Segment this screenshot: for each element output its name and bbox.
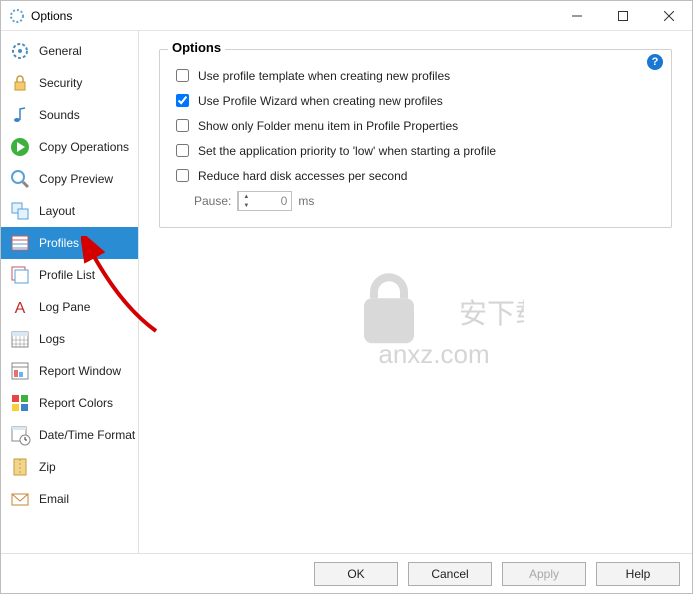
- sidebar-item-label: Report Colors: [39, 396, 113, 410]
- sidebar-item-copy-preview[interactable]: Copy Preview: [1, 163, 138, 195]
- sidebar-item-report-window[interactable]: Report Window: [1, 355, 138, 387]
- main-panel: Options ? Use profile template when crea…: [139, 31, 692, 553]
- options-window: Options General Security Sounds Copy Ope…: [0, 0, 693, 594]
- pause-input[interactable]: [253, 194, 291, 208]
- checkbox-priority-low[interactable]: [176, 144, 189, 157]
- footer: OK Cancel Apply Help: [1, 553, 692, 593]
- apply-button: Apply: [502, 562, 586, 586]
- option-use-wizard[interactable]: Use Profile Wizard when creating new pro…: [172, 91, 659, 110]
- sidebar: General Security Sounds Copy Operations …: [1, 31, 139, 553]
- gear-icon: [9, 40, 31, 62]
- maximize-button[interactable]: [600, 1, 646, 31]
- sidebar-item-label: Log Pane: [39, 300, 90, 314]
- sidebar-item-label: Profile List: [39, 268, 95, 282]
- lock-icon: [9, 72, 31, 94]
- minimize-button[interactable]: [554, 1, 600, 31]
- checkbox-reduce-disk[interactable]: [176, 169, 189, 182]
- pause-spinner[interactable]: ▲ ▼: [237, 191, 292, 211]
- sidebar-item-profiles[interactable]: Profiles: [1, 227, 138, 259]
- profiles-icon: [9, 232, 31, 254]
- report-window-icon: [9, 360, 31, 382]
- checkbox-use-wizard[interactable]: [176, 94, 189, 107]
- app-icon: [9, 8, 25, 24]
- watermark-line2: anxz.com: [378, 339, 489, 369]
- watermark: 安下载 anxz.com: [344, 268, 524, 387]
- sidebar-item-date-time-format[interactable]: Date/Time Format: [1, 419, 138, 451]
- pause-unit: ms: [298, 194, 314, 208]
- checkbox-use-template[interactable]: [176, 69, 189, 82]
- option-priority-low[interactable]: Set the application priority to 'low' wh…: [172, 141, 659, 160]
- letter-a-icon: A: [9, 296, 31, 318]
- spinner-up[interactable]: ▲: [239, 192, 253, 201]
- option-label: Set the application priority to 'low' wh…: [198, 144, 496, 158]
- colors-icon: [9, 392, 31, 414]
- sidebar-item-label: Layout: [39, 204, 75, 218]
- calendar-clock-icon: [9, 424, 31, 446]
- pause-row: Pause: ▲ ▼ ms: [194, 191, 659, 211]
- sidebar-item-label: Profiles: [39, 236, 79, 250]
- ok-button[interactable]: OK: [314, 562, 398, 586]
- option-reduce-disk[interactable]: Reduce hard disk accesses per second: [172, 166, 659, 185]
- play-icon: [9, 136, 31, 158]
- sidebar-item-security[interactable]: Security: [1, 67, 138, 99]
- option-label: Show only Folder menu item in Profile Pr…: [198, 119, 458, 133]
- mail-icon: [9, 488, 31, 510]
- sidebar-item-label: Copy Operations: [39, 140, 129, 154]
- close-button[interactable]: [646, 1, 692, 31]
- profile-list-icon: [9, 264, 31, 286]
- help-icon[interactable]: ?: [647, 54, 663, 70]
- sidebar-item-label: Report Window: [39, 364, 121, 378]
- sidebar-item-copy-operations[interactable]: Copy Operations: [1, 131, 138, 163]
- sidebar-item-log-pane[interactable]: A Log Pane: [1, 291, 138, 323]
- checkbox-folder-menu[interactable]: [176, 119, 189, 132]
- titlebar: Options: [1, 1, 692, 31]
- sidebar-item-sounds[interactable]: Sounds: [1, 99, 138, 131]
- sidebar-item-label: General: [39, 44, 82, 58]
- options-fieldset: Options ? Use profile template when crea…: [159, 49, 672, 228]
- content-area: General Security Sounds Copy Operations …: [1, 31, 692, 553]
- music-note-icon: [9, 104, 31, 126]
- option-label: Use Profile Wizard when creating new pro…: [198, 94, 443, 108]
- sidebar-item-profile-list[interactable]: Profile List: [1, 259, 138, 291]
- sidebar-item-label: Zip: [39, 460, 56, 474]
- sidebar-item-zip[interactable]: Zip: [1, 451, 138, 483]
- sidebar-item-label: Email: [39, 492, 69, 506]
- window-title: Options: [31, 9, 554, 23]
- sidebar-item-email[interactable]: Email: [1, 483, 138, 515]
- sidebar-item-label: Security: [39, 76, 82, 90]
- sidebar-item-label: Logs: [39, 332, 65, 346]
- sidebar-item-label: Copy Preview: [39, 172, 113, 186]
- option-label: Use profile template when creating new p…: [198, 69, 450, 83]
- sidebar-item-label: Date/Time Format: [39, 428, 135, 442]
- fieldset-title: Options: [168, 40, 225, 55]
- zip-icon: [9, 456, 31, 478]
- calendar-icon: [9, 328, 31, 350]
- svg-text:A: A: [15, 300, 26, 317]
- sidebar-item-label: Sounds: [39, 108, 80, 122]
- option-use-template[interactable]: Use profile template when creating new p…: [172, 66, 659, 85]
- sidebar-item-general[interactable]: General: [1, 35, 138, 67]
- sidebar-item-logs[interactable]: Logs: [1, 323, 138, 355]
- pause-label: Pause:: [194, 194, 231, 208]
- sidebar-item-report-colors[interactable]: Report Colors: [1, 387, 138, 419]
- magnifier-icon: [9, 168, 31, 190]
- option-folder-menu[interactable]: Show only Folder menu item in Profile Pr…: [172, 116, 659, 135]
- layout-icon: [9, 200, 31, 222]
- spinner-down[interactable]: ▼: [239, 201, 253, 210]
- option-label: Reduce hard disk accesses per second: [198, 169, 407, 183]
- sidebar-item-layout[interactable]: Layout: [1, 195, 138, 227]
- watermark-line1: 安下载: [459, 298, 524, 329]
- help-button[interactable]: Help: [596, 562, 680, 586]
- cancel-button[interactable]: Cancel: [408, 562, 492, 586]
